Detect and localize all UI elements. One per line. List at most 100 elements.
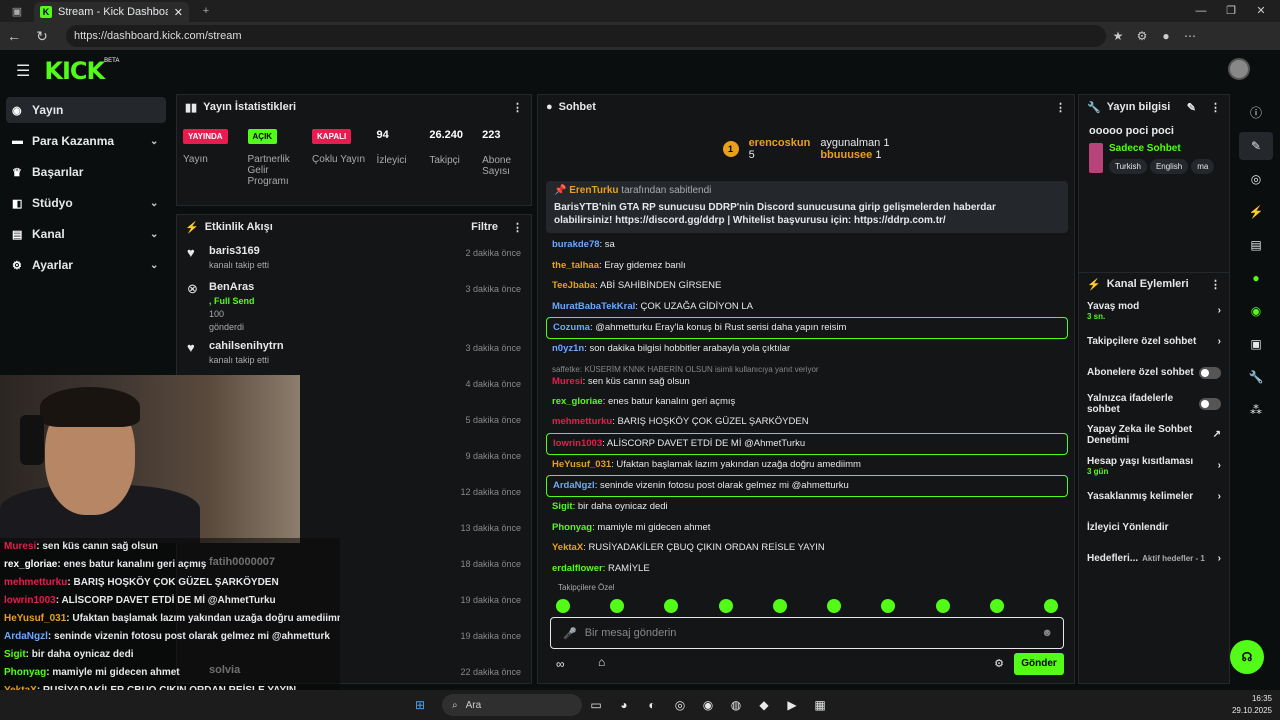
sidebar-item-kanal[interactable]: ▤ Kanal ⌄ [6,221,166,247]
channel-action-row[interactable]: Yalnızca ifadelerle sohbet [1079,388,1229,419]
edit-icon[interactable]: ✎ [1239,132,1273,160]
chat-username[interactable]: lowrin1003 [553,438,602,449]
kick-logo[interactable]: KICK [44,57,105,85]
chat-message[interactable]: lowrin1003: ALİSCORP DAVET ETDİ DE Mİ @A… [546,432,1068,455]
sidebar-item-yayin[interactable]: ◉ Yayın [6,97,166,123]
profile-icon[interactable]: ● [1154,29,1178,43]
edit-icon[interactable]: ✎ [1187,101,1196,114]
chat-message[interactable]: erdalflower: RAMİYLE [546,559,1068,580]
camera-icon[interactable]: ◎ [1239,165,1273,193]
emoji-icon[interactable]: ☻ [1041,627,1053,639]
chat-username[interactable]: burakde78 [552,239,600,250]
emote-icon[interactable] [881,599,896,613]
help-button[interactable]: ☊ [1230,640,1264,674]
toggle-switch[interactable] [1199,366,1221,379]
category-name[interactable]: Sadece Sohbet [1109,143,1219,154]
chat-username[interactable]: Muresi [552,376,583,387]
activity-user[interactable]: cahilsenihytrn [209,340,284,352]
tag[interactable]: English [1149,159,1189,174]
apps-icon[interactable]: ⁂ [1239,396,1273,424]
sidebar-item-studyo[interactable]: ◧ Stüdyo ⌄ [6,190,166,216]
chat-username[interactable]: TeeJbaba [552,280,595,291]
chat-message[interactable]: n0yz1n: son dakika bilgisi hobbitler ara… [546,339,1068,360]
spotify-icon[interactable]: ◍ [722,698,750,712]
chat-username[interactable]: rex_gloriae [552,396,603,407]
gifter-name[interactable]: bbuuusee [820,149,872,161]
info-icon[interactable]: ⓘ [1239,99,1273,127]
gifter-name[interactable]: aygunalman [820,137,880,149]
category-thumbnail[interactable] [1089,143,1103,173]
url-field[interactable]: https://dashboard.kick.com/stream [66,25,1106,47]
filter-button[interactable]: Filtre [471,221,498,233]
star-icon[interactable]: ★ [1106,29,1130,43]
extensions-icon[interactable]: ⚙ [1130,29,1154,43]
task-view-icon[interactable]: ▭ [582,698,610,712]
chat-message[interactable]: saffetke: KÜSERİM KNNK HABERİN OLSUN isi… [546,360,1068,392]
chat-message[interactable]: the_talhaa: Eray gidemez banlı [546,256,1068,277]
more-icon[interactable]: ⋮ [1210,278,1221,291]
app-icon[interactable]: ▶ [778,698,806,712]
chat-username[interactable]: YektaX [552,542,583,553]
chat-message[interactable]: Phonyag: mamiyle mi gidecen ahmet [546,518,1068,539]
chat-icon[interactable]: ● [1239,264,1273,292]
channel-action-row[interactable]: Abonelere özel sohbet [1079,357,1229,388]
settings-icon[interactable]: ⚙ [994,657,1004,670]
store-icon[interactable]: ⌂ [598,655,605,669]
broadcast-icon[interactable]: ◉ [1239,297,1273,325]
tag[interactable]: Turkish [1109,159,1147,174]
windows-start-icon[interactable]: ⊞ [406,698,434,712]
chat-message[interactable]: rex_gloriae: enes batur kanalını geri aç… [546,392,1068,413]
channel-action-row[interactable]: Yasaklanmış kelimeler › [1079,481,1229,512]
chat-username[interactable]: erdalflower [552,563,603,574]
more-icon[interactable]: ⋯ [1178,29,1202,43]
emote-icon[interactable] [556,599,570,613]
chat-message[interactable]: MuratBabaTekKral: ÇOK UZAĞA GİDİYON LA [546,297,1068,318]
chat-message[interactable]: ArdaNgzl: seninde vizenin fotosu post ol… [546,475,1068,497]
chat-message[interactable]: Sigit: bir daha oynicaz dedi [546,497,1068,518]
chat-message[interactable]: mehmetturku: BARIŞ HOŞKÖY ÇOK GÜZEL ŞARK… [546,412,1068,433]
gifter-name[interactable]: erencoskun [749,137,811,149]
close-tab-icon[interactable]: ✕ [174,6,183,19]
emote-icon[interactable] [989,599,1004,613]
sidebar-item-basarilar[interactable]: ♛ Başarılar [6,159,166,185]
sidebar-item-para-kazanma[interactable]: ▬ Para Kazanma ⌄ [6,128,166,154]
layout-icon[interactable]: ▣ [1239,330,1273,358]
tag[interactable]: ma [1191,159,1215,174]
chat-username[interactable]: Sigit [552,501,573,512]
channel-action-row[interactable]: Takipçilere özel sohbet › [1079,326,1229,357]
infinity-icon[interactable]: ∞ [556,657,565,671]
minimize-icon[interactable]: — [1186,0,1216,22]
close-window-icon[interactable]: ✕ [1246,0,1276,22]
notes-icon[interactable]: ▤ [1239,231,1273,259]
hamburger-menu-icon[interactable]: ☰ [16,61,30,81]
chat-username[interactable]: ArdaNgzl [553,480,595,491]
chat-username[interactable]: Cozuma [553,322,590,333]
emote-icon[interactable] [827,599,842,613]
mic-icon[interactable]: 🎤 [563,627,577,640]
chat-message[interactable]: burakde78: sa [546,235,1068,256]
chat-username[interactable]: the_talhaa [552,260,599,271]
calculator-icon[interactable]: ▦ [806,698,834,712]
more-icon[interactable]: ⋮ [1210,101,1221,114]
chat-username[interactable]: n0yz1n [552,343,584,354]
toggle-switch[interactable] [1199,397,1221,410]
new-tab-icon[interactable]: + [189,5,223,17]
chat-input[interactable]: 🎤 Bir mesaj gönderin ☻ [550,617,1064,649]
chat-username[interactable]: MuratBabaTekKral [552,301,635,312]
chat-message[interactable]: HeYusuf_031: Ufaktan başlamak lazım yakı… [546,455,1068,476]
pinned-message[interactable]: 📌 ErenTurku tarafından sabitlendi BarisY… [546,181,1068,233]
chat-username[interactable]: mehmetturku [552,416,612,427]
emote-icon[interactable] [1043,599,1058,613]
channel-action-row[interactable]: İzleyici Yönlendir [1079,512,1229,543]
channel-action-row[interactable]: Hesap yaşı kısıtlaması 3 gün › [1079,450,1229,481]
edge-icon[interactable]: ◐ [638,698,666,712]
send-button[interactable]: Gönder [1014,653,1064,675]
discord-icon[interactable]: ◕ [610,698,638,712]
bolt-icon[interactable]: ⚡ [1239,198,1273,226]
chat-username[interactable]: Phonyag [552,522,592,533]
chat-message[interactable]: TeeJbaba: ABİ SAHİBİNDEN GİRSENE [546,276,1068,297]
channel-action-row[interactable]: Yapay Zeka ile Sohbet Denetimi ↗ [1079,419,1229,450]
emote-icon[interactable] [610,599,625,613]
browser-tab[interactable]: K Stream - Kick Dashboard ✕ [34,2,189,22]
sidebar-item-ayarlar[interactable]: ⚙ Ayarlar ⌄ [6,252,166,278]
